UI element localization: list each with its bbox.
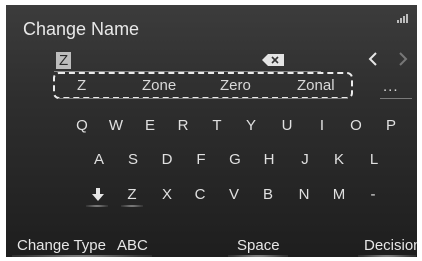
key-f[interactable]: F [189, 151, 213, 168]
backspace-icon[interactable] [262, 54, 284, 66]
decision-button[interactable]: Decision [364, 237, 417, 254]
change-type-glow [12, 255, 152, 257]
suggestion-item[interactable]: Zone [142, 77, 176, 94]
key-a[interactable]: A [87, 151, 111, 168]
key-glow [86, 205, 108, 207]
key-x[interactable]: X [155, 186, 179, 203]
space-button[interactable]: Space [237, 237, 280, 254]
key-w[interactable]: W [104, 117, 128, 134]
change-type-button[interactable]: Change Type [17, 237, 106, 254]
key-p[interactable]: P [379, 117, 403, 134]
key-g[interactable]: G [223, 151, 247, 168]
key-i[interactable]: I [310, 117, 334, 134]
suggestion-item[interactable]: Z [77, 77, 86, 94]
key-c[interactable]: C [188, 186, 212, 203]
change-name-screen: Change Name Z Z Zone Zero Zonal ... Q W … [6, 5, 417, 257]
chevron-right-icon[interactable] [396, 50, 410, 68]
key-z[interactable]: Z [120, 186, 144, 203]
key-t[interactable]: T [205, 117, 229, 134]
more-suggestions-button[interactable]: ... [383, 78, 399, 95]
key-h[interactable]: H [257, 151, 281, 168]
space-glow [228, 255, 288, 257]
shift-down-arrow-icon[interactable] [92, 188, 104, 201]
chevron-left-icon[interactable] [366, 50, 380, 68]
page-title: Change Name [23, 19, 140, 39]
key-u[interactable]: U [275, 117, 299, 134]
key-o[interactable]: O [344, 117, 368, 134]
more-button-underline [380, 98, 412, 99]
name-input-value: Z [56, 52, 72, 69]
suggestion-underline [58, 98, 348, 99]
key-m[interactable]: M [327, 186, 351, 203]
decision-glow [358, 255, 416, 257]
key-k[interactable]: K [327, 151, 351, 168]
key-y[interactable]: Y [239, 117, 263, 134]
key-b[interactable]: B [256, 186, 280, 203]
signal-strength-icon [397, 14, 411, 23]
key-v[interactable]: V [222, 186, 246, 203]
key-j[interactable]: J [293, 151, 317, 168]
key-glow [121, 205, 143, 207]
suggestion-item[interactable]: Zonal [297, 77, 335, 94]
key-s[interactable]: S [121, 151, 145, 168]
key-hyphen[interactable]: - [361, 186, 385, 203]
keyboard-mode-label: ABC [117, 237, 148, 254]
key-e[interactable]: E [138, 117, 162, 134]
key-l[interactable]: L [362, 151, 386, 168]
key-n[interactable]: N [292, 186, 316, 203]
suggestion-item[interactable]: Zero [220, 77, 251, 94]
key-d[interactable]: D [155, 151, 179, 168]
key-q[interactable]: Q [70, 117, 94, 134]
key-r[interactable]: R [171, 117, 195, 134]
